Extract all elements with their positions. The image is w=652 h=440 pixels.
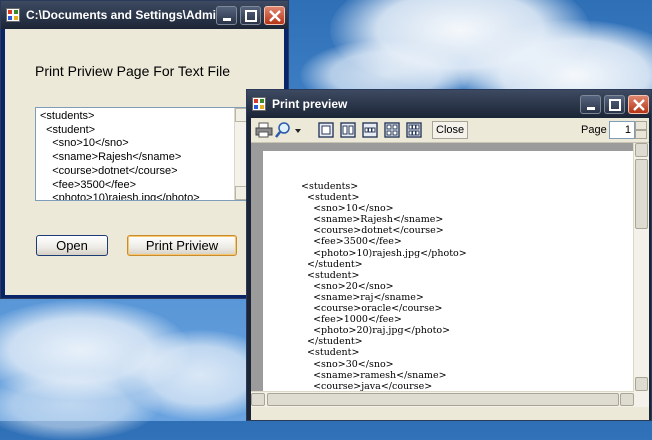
vscroll-thumb[interactable] [635, 159, 648, 229]
document-line: <sno>30</sno> [301, 358, 394, 370]
file-content-textbox[interactable]: <students> <student> <sno>10</sno> <snam… [35, 107, 249, 201]
four-pages-icon [384, 122, 400, 138]
three-pages-button[interactable] [361, 121, 379, 139]
document-line: <course>oracle</course> [301, 303, 443, 315]
close-icon [633, 99, 645, 111]
textbox-line: <photo>10)rajesh.jpg</photo> [40, 192, 200, 201]
zoom-icon [275, 122, 301, 138]
four-pages-button[interactable] [383, 121, 401, 139]
spin-up-button[interactable] [635, 121, 647, 130]
open-button[interactable]: Open [36, 235, 108, 256]
document-line: <sname>ramesh</sname> [301, 369, 447, 381]
document-line: <sno>20</sno> [301, 280, 394, 292]
print-preview-window[interactable]: Print preview Close Page 1 <students> <s… [246, 89, 652, 421]
three-pages-icon [362, 122, 378, 138]
document-line: <sname>raj</sname> [301, 291, 424, 303]
page-heading: Print Priview Page For Text File [35, 63, 231, 79]
document-line: </student> [301, 258, 363, 270]
document-line: <photo>20)raj.jpg</photo> [301, 325, 451, 337]
two-pages-icon [340, 122, 356, 138]
print-preview-button[interactable]: Print Priview [127, 235, 237, 256]
preview-title: Print preview [272, 97, 348, 111]
preview-client-area: Close Page 1 <students> <student> <sno>1… [251, 118, 649, 420]
preview-close-toolbar-button[interactable]: Close [432, 121, 469, 139]
textbox-content: <students> <student> <sno>10</sno> <snam… [40, 110, 200, 201]
minimize-icon [223, 18, 231, 21]
textbox-line: <course>dotnet</course> [40, 164, 178, 177]
form-client-area: Print Priview Page For Text File <studen… [5, 29, 284, 295]
print-icon [255, 122, 273, 138]
form-titlebar[interactable]: C:\Documents and Settings\Admi... [1, 1, 288, 29]
preview-vertical-scrollbar[interactable] [633, 143, 649, 407]
vscroll-down-button[interactable] [635, 377, 648, 391]
hscroll-right-button[interactable] [620, 393, 634, 406]
document-line: <sname>Rajesh</sname> [301, 214, 444, 226]
app-icon [6, 8, 20, 22]
document-line: </student> [301, 336, 363, 348]
zoom-button[interactable] [275, 121, 305, 139]
maximize-button[interactable] [240, 6, 261, 25]
textbox-line: <students> [40, 110, 95, 122]
document-line: <student> [301, 269, 360, 281]
maximize-icon [609, 99, 621, 111]
document-line: <course>dotnet</course> [301, 225, 444, 237]
app-icon [252, 97, 266, 111]
maximize-icon [245, 10, 257, 22]
preview-document-text: <students> <student> <sno>10</sno> <snam… [301, 181, 467, 392]
form-title: C:\Documents and Settings\Admi... [26, 8, 227, 22]
preview-minimize-button[interactable] [580, 95, 601, 114]
document-line: <fee>1000</fee> [301, 314, 402, 326]
one-page-icon [318, 122, 334, 138]
preview-area[interactable]: <students> <student> <sno>10</sno> <snam… [251, 143, 649, 407]
preview-close-button[interactable] [628, 95, 649, 114]
vscroll-up-button[interactable] [635, 143, 648, 157]
six-pages-icon [406, 122, 422, 138]
document-line: <fee>3500</fee> [301, 236, 402, 248]
preview-horizontal-scrollbar[interactable] [251, 391, 634, 407]
one-page-button[interactable] [317, 121, 335, 139]
document-line: <students> [301, 181, 359, 192]
document-line: <sno>10</sno> [301, 203, 394, 215]
document-line: <student> [301, 192, 360, 204]
preview-toolbar: Close Page 1 [251, 118, 649, 143]
minimize-icon [587, 107, 595, 110]
textbox-line: <sno>10</sno> [40, 137, 129, 150]
close-button[interactable] [264, 6, 285, 25]
preview-page: <students> <student> <sno>10</sno> <snam… [263, 151, 633, 407]
hscroll-thumb[interactable] [267, 393, 619, 406]
preview-maximize-button[interactable] [604, 95, 625, 114]
minimize-button[interactable] [216, 6, 237, 25]
document-line: <photo>10)rajesh.jpg</photo> [301, 247, 467, 259]
six-pages-button[interactable] [405, 121, 423, 139]
textbox-line: <student> [40, 123, 96, 136]
preview-titlebar[interactable]: Print preview [247, 90, 651, 118]
page-spinner[interactable] [635, 121, 647, 139]
textbox-line: <sname>Rajesh</sname> [40, 151, 182, 164]
print-button[interactable] [255, 121, 273, 139]
textbox-line: <fee>3500</fee> [40, 178, 137, 191]
two-pages-button[interactable] [339, 121, 357, 139]
spin-down-button[interactable] [635, 130, 647, 139]
document-line: <student> [301, 347, 360, 359]
page-number-input[interactable]: 1 [609, 121, 635, 139]
close-icon [269, 10, 281, 22]
page-label: Page [581, 124, 607, 136]
hscroll-left-button[interactable] [251, 393, 265, 406]
